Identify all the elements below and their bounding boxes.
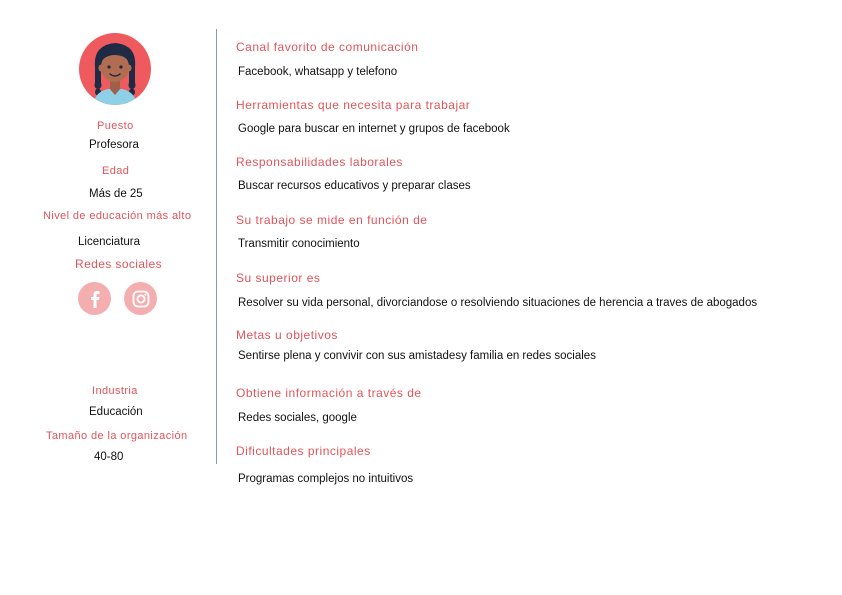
avatar	[79, 33, 151, 105]
section-title-herramientas: Herramientas que necesita para trabajar	[236, 98, 471, 112]
facebook-glyph	[90, 290, 100, 308]
section-value-canal: Facebook, whatsapp y telefono	[238, 66, 398, 78]
section-value-medicion: Transmitir conocimiento	[238, 238, 360, 250]
educacion-value: Licenciatura	[78, 236, 141, 248]
industria-value: Educación	[89, 406, 143, 418]
instagram-icon[interactable]	[124, 282, 157, 315]
industria-label: Industria	[92, 385, 138, 397]
facebook-icon[interactable]	[78, 282, 111, 315]
tamano-value: 40-80	[94, 451, 124, 463]
edad-label: Edad	[102, 165, 130, 177]
puesto-label: Puesto	[97, 120, 134, 132]
instagram-glyph	[132, 290, 149, 307]
section-title-superior: Su superior es	[236, 271, 321, 285]
educacion-label: Nivel de educación más alto	[43, 210, 192, 222]
section-value-responsabilidades: Buscar recursos educativos y preparar cl…	[238, 180, 471, 192]
puesto-value: Profesora	[89, 139, 139, 151]
section-title-medicion: Su trabajo se mide en función de	[236, 213, 428, 227]
vertical-divider	[216, 29, 217, 464]
section-title-informacion: Obtiene información a través de	[236, 386, 422, 400]
section-title-dificultades: Dificultades principales	[236, 444, 371, 458]
section-title-canal: Canal favorito de comunicación	[236, 40, 419, 54]
avatar-illustration	[93, 43, 137, 105]
section-value-superior: Resolver su vida personal, divorciandose…	[238, 297, 758, 309]
section-title-responsabilidades: Responsabilidades laborales	[236, 155, 403, 169]
section-value-herramientas: Google para buscar en internet y grupos …	[238, 123, 510, 135]
redes-label: Redes sociales	[75, 257, 162, 271]
section-title-metas: Metas u objetivos	[236, 328, 338, 342]
tamano-label: Tamaño de la organización	[46, 430, 188, 442]
section-value-informacion: Redes sociales, google	[238, 412, 357, 424]
section-value-dificultades: Programas complejos no intuitivos	[238, 473, 414, 485]
section-value-metas: Sentirse plena y convivir con sus amista…	[238, 350, 596, 362]
profile-sidebar: Puesto Profesora Edad Más de 25 Nivel de…	[0, 0, 216, 470]
edad-value: Más de 25	[89, 188, 143, 200]
